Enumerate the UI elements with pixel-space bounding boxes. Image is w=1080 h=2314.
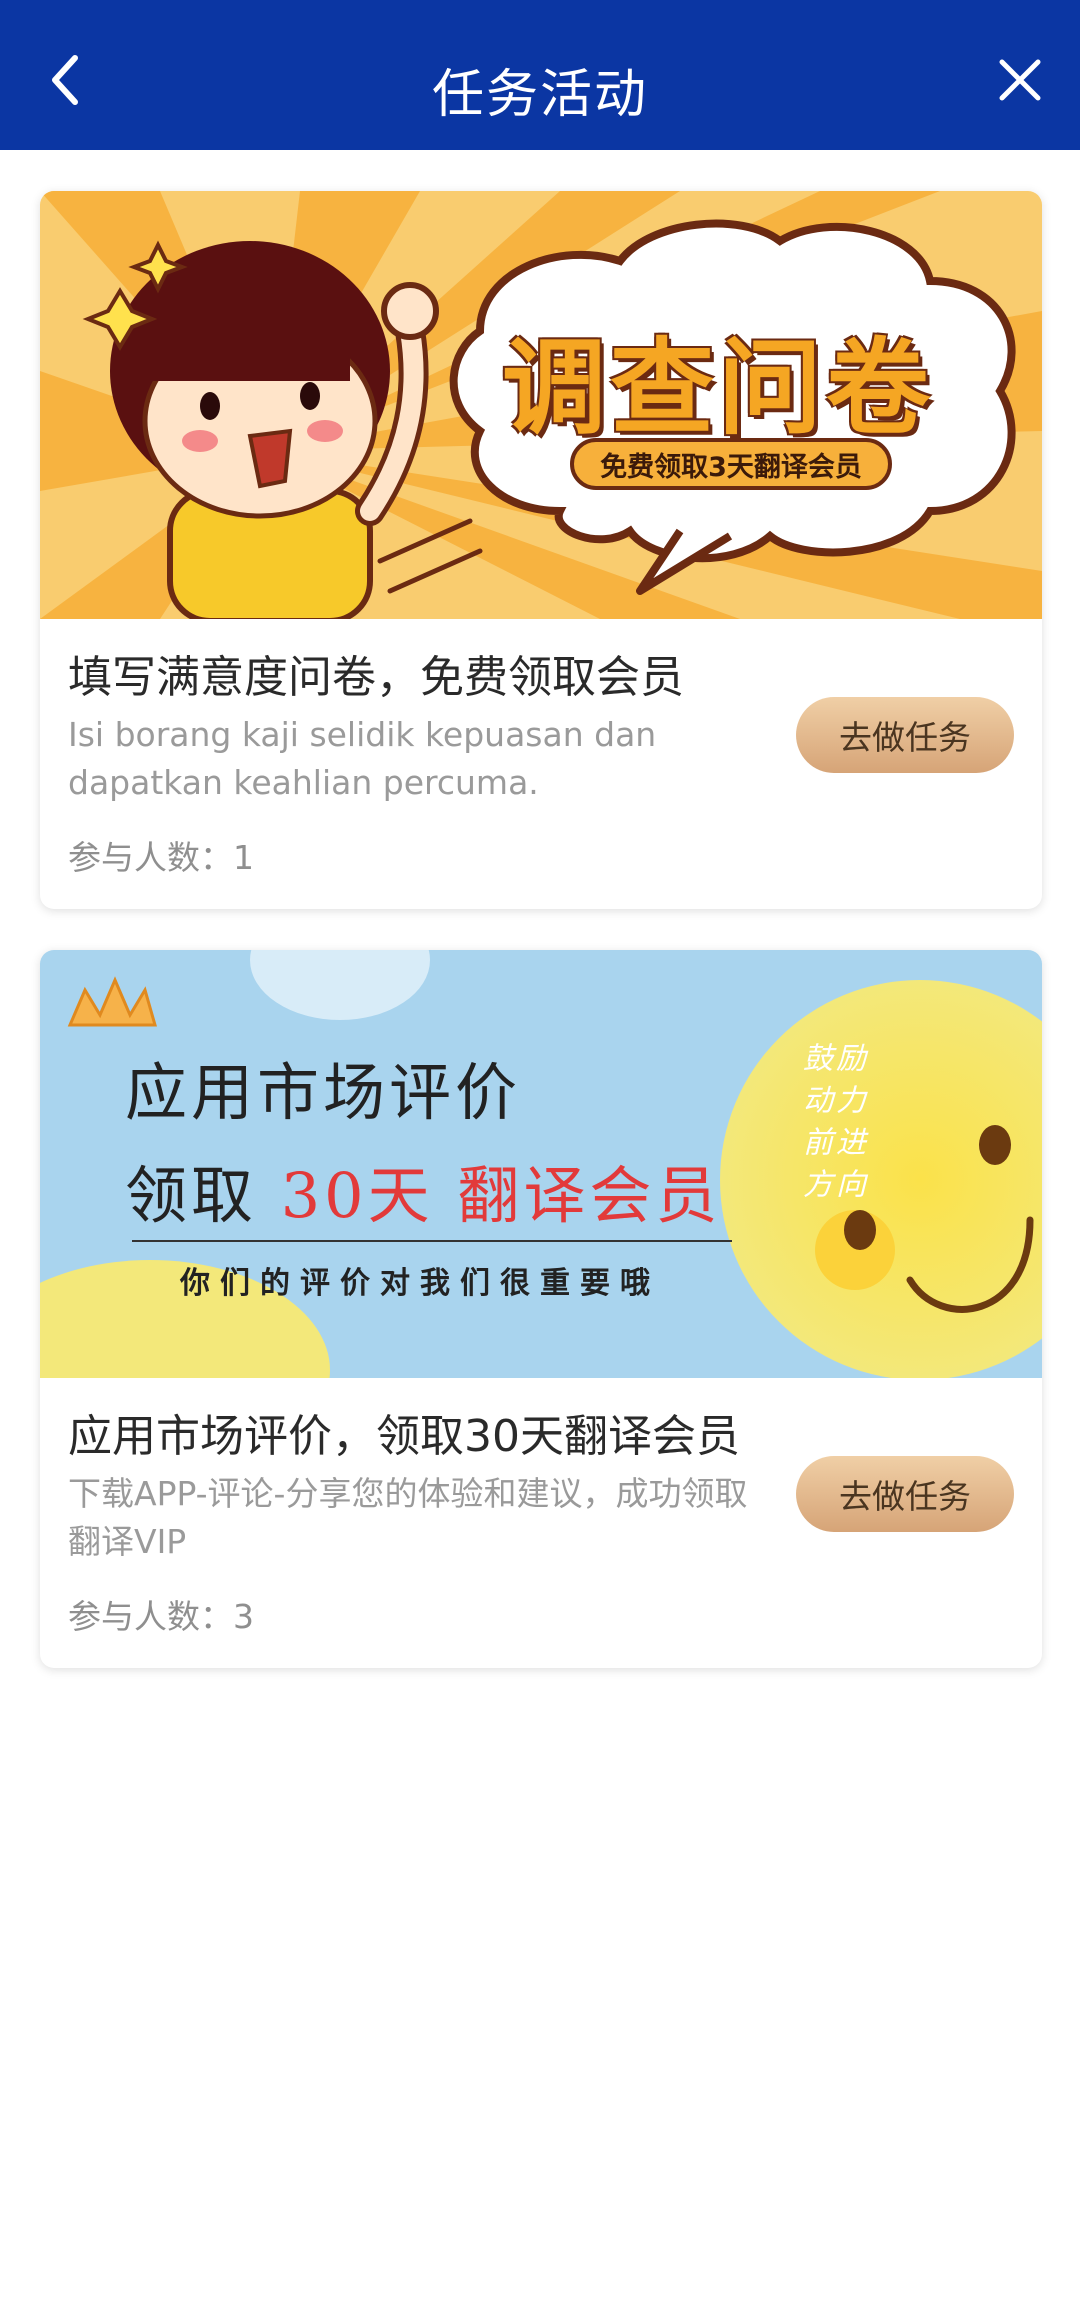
review-banner-prefix: 领取 (125, 1159, 281, 1232)
review-banner-highlight: 30天 翻译会员 (280, 1159, 722, 1232)
review-banner-line1: 应用市场评价 (125, 1056, 522, 1129)
close-icon[interactable] (990, 50, 1050, 110)
task-card-app-review[interactable]: 应用市场评价 领取 30天 翻译会员 你们的评价对我们很重要哦 鼓动前方 励力进… (40, 950, 1042, 1668)
do-task-button[interactable]: 去做任务 (796, 697, 1014, 773)
survey-banner-headline: 调查问卷 (502, 327, 935, 449)
participant-count: 参与人数：1 (68, 838, 254, 877)
review-banner-note: 你们的评价对我们很重要哦 (180, 1266, 660, 1301)
top-bar: 任务活动 (0, 0, 1080, 150)
task-description: 下载APP-评论-分享您的体验和建议，成功领取翻译VIP (68, 1474, 748, 1561)
survey-banner: 调查问卷 免费领取3天翻译会员 (40, 191, 1042, 619)
review-banner: 应用市场评价 领取 30天 翻译会员 你们的评价对我们很重要哦 鼓动前方 励力进… (40, 950, 1042, 1378)
survey-banner-badge: 免费领取3天翻译会员 (570, 438, 892, 490)
review-banner-line2: 领取 30天 翻译会员 (125, 1145, 721, 1235)
participant-count: 参与人数：3 (68, 1597, 254, 1636)
do-task-button[interactable]: 去做任务 (796, 1456, 1014, 1532)
page-title: 任务活动 (431, 65, 648, 125)
task-card-survey[interactable]: 调查问卷 免费领取3天翻译会员 填写满意度问卷，免费领取会员 Isi boran… (40, 191, 1042, 909)
review-banner-vertical-right: 励力进向 (830, 1042, 865, 1210)
task-description: Isi borang kaji selidik kepuasan dan dap… (68, 715, 657, 802)
review-banner-divider (132, 1240, 732, 1242)
